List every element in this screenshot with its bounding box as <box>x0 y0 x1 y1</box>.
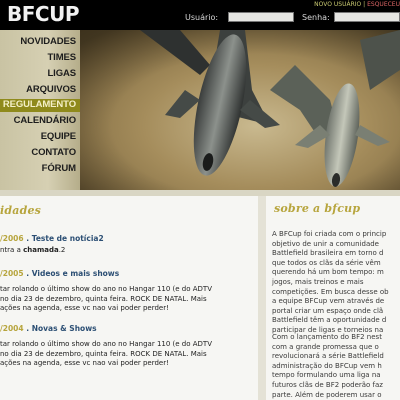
nav-item-equipe[interactable]: EQUIPE <box>0 131 76 142</box>
fighter-jets-illustration <box>80 30 400 190</box>
news-item-body: tar rolando o último show do ano no Hang… <box>0 285 212 313</box>
password-input[interactable] <box>334 12 400 22</box>
news-title: idades <box>0 204 42 217</box>
top-links: NOVO USUÁRIO | ESQUECEU <box>314 1 400 8</box>
main-nav: NOVIDADES TIMES LIGAS ARQUIVOS REGULAMEN… <box>0 30 80 190</box>
nav-item-ligas[interactable]: LIGAS <box>0 68 76 79</box>
top-bar: BFCUP Usuário: Senha: NOVO USUÁRIO | ESQ… <box>0 0 400 30</box>
username-input[interactable] <box>228 12 294 22</box>
new-user-link[interactable]: NOVO USUÁRIO <box>314 1 361 8</box>
about-paragraph-2: Com o lançamento do BF2 nest com a grand… <box>272 333 384 399</box>
about-section: sobre a bfcup A BFCup foi criada com o p… <box>266 196 400 400</box>
news-item-body: tar rolando o último show do ano no Hang… <box>0 340 212 368</box>
about-paragraph-1: A BFCup foi criada com o princip objetiv… <box>272 230 389 334</box>
news-item-body: ntra a chamada.2 <box>0 246 66 254</box>
forgot-link[interactable]: ESQUECEU <box>367 1 400 8</box>
nav-item-contato[interactable]: CONTATO <box>0 147 76 158</box>
column-separator <box>258 196 266 400</box>
nav-item-arquivos[interactable]: ARQUIVOS <box>0 84 76 95</box>
nav-item-forum[interactable]: FÓRUM <box>0 163 76 174</box>
password-label: Senha: <box>302 13 330 22</box>
site-logo[interactable]: BFCUP <box>7 2 79 26</box>
news-item-headline[interactable]: /2005 . Videos e mais shows <box>0 269 119 278</box>
news-section: idades /2006 . Teste de notícia2 ntra a … <box>0 196 258 400</box>
nav-item-novidades[interactable]: NOVIDADES <box>0 36 76 47</box>
about-title: sobre a bfcup <box>274 202 361 215</box>
nav-item-regulamento[interactable]: REGULAMENTO <box>0 99 80 112</box>
username-label: Usuário: <box>185 13 219 22</box>
nav-item-times[interactable]: TIMES <box>0 52 76 63</box>
header-banner <box>80 30 400 190</box>
news-item-headline[interactable]: /2004 . Novas & Shows <box>0 324 97 333</box>
nav-item-calendario[interactable]: CALENDÁRIO <box>0 115 76 126</box>
news-item-headline[interactable]: /2006 . Teste de notícia2 <box>0 234 104 243</box>
